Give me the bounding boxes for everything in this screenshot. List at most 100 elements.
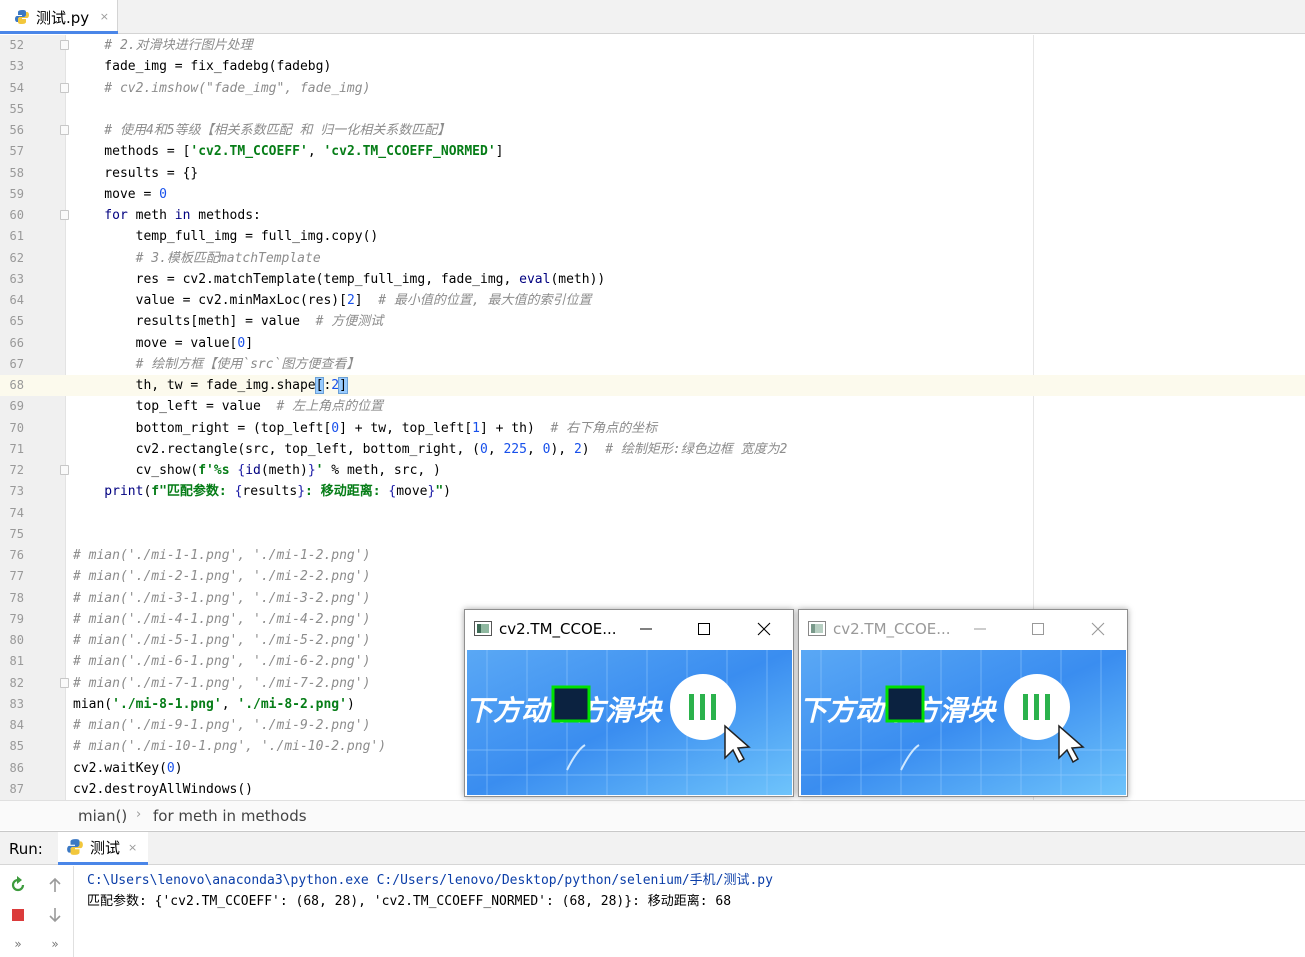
line-number: 66 xyxy=(9,335,24,350)
code-text: value = cv2.minMaxLoc(res)[2] # 最小值的位置, … xyxy=(73,293,592,308)
code-line[interactable]: 57 methods = ['cv2.TM_CCOEFF', 'cv2.TM_C… xyxy=(0,141,1305,162)
line-number: 80 xyxy=(9,633,24,647)
code-text: # cv2.imshow("fade_img", fade_img) xyxy=(73,80,371,96)
fold-marker-icon[interactable] xyxy=(60,40,69,50)
run-tab-test[interactable]: 测试 × xyxy=(58,832,148,865)
line-number: 83 xyxy=(9,696,24,711)
window-titlebar[interactable]: cv2.TM_CCOE... xyxy=(799,610,1127,648)
code-line[interactable]: 53 fade_img = fix_fadebg(fadebg) xyxy=(0,56,1305,77)
line-number: 67 xyxy=(9,356,24,371)
code-line[interactable]: 52 # 2.对滑块进行图片处理 xyxy=(0,35,1305,56)
code-line[interactable]: 77 # mian('./mi-2-1.png', './mi-2-2.png') xyxy=(0,566,1305,587)
code-text: # mian('./mi-9-1.png', './mi-9-2.png') xyxy=(73,718,371,733)
python-run-icon xyxy=(67,839,83,855)
code-line[interactable]: 54 # cv2.imshow("fade_img", fade_img) xyxy=(0,78,1305,99)
code-line[interactable]: 65 results[meth] = value # 方便测试 xyxy=(0,311,1305,332)
fold-marker-icon[interactable] xyxy=(60,677,69,688)
fold-marker-icon[interactable] xyxy=(60,82,69,93)
code-line[interactable]: 73 print(f"匹配参数: {results}: 移动距离: {move}… xyxy=(0,481,1305,502)
window-title: cv2.TM_CCOE... xyxy=(499,620,617,638)
code-line[interactable]: 66 move = value[0] xyxy=(0,333,1305,354)
more-icon[interactable]: » xyxy=(44,933,66,955)
app-window-icon xyxy=(808,621,826,636)
line-number: 75 xyxy=(9,526,24,541)
line-number: 68 xyxy=(9,378,24,392)
line-number: 77 xyxy=(9,569,24,584)
run-title: Run: xyxy=(9,840,43,858)
code-line[interactable]: 63 res = cv2.matchTemplate(temp_full_img… xyxy=(0,269,1305,290)
code-line[interactable]: 72 cv_show(f'%s {id(meth)}' % meth, src,… xyxy=(0,460,1305,481)
minimize-button[interactable] xyxy=(631,616,661,642)
code-text: temp_full_img = full_img.copy() xyxy=(73,229,379,245)
breadcrumb-item-loop[interactable]: for meth in methods xyxy=(153,807,307,825)
code-text: # mian('./mi-7-1.png', './mi-7-2.png') xyxy=(73,675,371,691)
line-number: 70 xyxy=(9,420,24,435)
code-line[interactable]: 58 results = {} xyxy=(0,163,1305,184)
rerun-icon[interactable] xyxy=(7,874,29,896)
editor-tab-test-py[interactable]: 测试.py × xyxy=(0,0,118,34)
code-text: for meth in methods: xyxy=(73,208,261,223)
close-button[interactable] xyxy=(1083,616,1113,642)
code-line[interactable]: 71 cv2.rectangle(src, top_left, bottom_r… xyxy=(0,439,1305,460)
minimize-button[interactable] xyxy=(965,616,995,642)
code-text: cv2.destroyAllWindows() xyxy=(73,781,254,797)
code-text: results[meth] = value # 方便测试 xyxy=(73,314,384,330)
run-tool-window-header: Run: 测试 × xyxy=(0,831,1305,865)
fold-marker-icon[interactable] xyxy=(60,210,69,220)
code-line[interactable]: 69 top_left = value # 左上角点的位置 xyxy=(0,396,1305,417)
code-line[interactable]: 64 value = cv2.minMaxLoc(res)[2] # 最小值的位… xyxy=(0,290,1305,311)
fold-marker-icon[interactable] xyxy=(60,465,69,475)
line-number: 69 xyxy=(9,399,24,414)
code-line[interactable]: 67 # 绘制方框【使用`src`图方便查看】 xyxy=(0,354,1305,375)
stop-icon[interactable] xyxy=(7,904,29,926)
code-text: # mian('./mi-4-1.png', './mi-4-2.png') xyxy=(73,611,371,627)
app-window-icon xyxy=(474,621,492,636)
close-tab-icon[interactable]: × xyxy=(100,10,109,23)
window-title: cv2.TM_CCOE... xyxy=(833,620,951,638)
line-number: 62 xyxy=(9,250,24,265)
up-arrow-icon[interactable] xyxy=(44,874,66,896)
fold-marker-icon[interactable] xyxy=(60,125,69,135)
code-line[interactable]: 68 th, tw = fade_img.shape[:2] xyxy=(0,375,1305,397)
cv2-image-window-1[interactable]: cv2.TM_CCOE... 下方动下方滑块 xyxy=(464,609,794,797)
cv2-image-window-2[interactable]: cv2.TM_CCOE... 下方动下方滑块 xyxy=(798,609,1128,797)
more-icon[interactable]: » xyxy=(7,933,29,955)
maximize-button[interactable] xyxy=(1023,616,1053,642)
code-line[interactable]: 74 xyxy=(0,503,1305,524)
maximize-button[interactable] xyxy=(689,616,719,642)
captcha-match-image: 下方动下方滑块 xyxy=(467,650,792,795)
line-number: 52 xyxy=(9,38,24,52)
code-text: # mian('./mi-6-1.png', './mi-6-2.png') xyxy=(73,654,371,670)
code-line[interactable]: 61 temp_full_img = full_img.copy() xyxy=(0,226,1305,247)
code-text: methods = ['cv2.TM_CCOEFF', 'cv2.TM_CCOE… xyxy=(73,144,504,160)
code-line[interactable]: 78 # mian('./mi-3-1.png', './mi-3-2.png') xyxy=(0,588,1305,609)
line-number: 79 xyxy=(9,611,24,626)
code-line[interactable]: 55 xyxy=(0,99,1305,120)
code-line[interactable]: 70 bottom_right = (top_left[0] + tw, top… xyxy=(0,418,1305,439)
line-number: 82 xyxy=(9,675,24,690)
close-button[interactable] xyxy=(749,616,779,642)
code-text: fade_img = fix_fadebg(fadebg) xyxy=(73,59,332,75)
code-line[interactable]: 56 # 使用4和5等级【相关系数匹配 和 归一化相关系数匹配】 xyxy=(0,120,1305,141)
code-line[interactable]: 75 xyxy=(0,524,1305,545)
code-line[interactable]: 62 # 3.模板匹配matchTemplate xyxy=(0,248,1305,269)
down-arrow-icon[interactable] xyxy=(44,904,66,926)
code-text: # mian('./mi-5-1.png', './mi-5-2.png') xyxy=(73,633,371,648)
code-text: results = {} xyxy=(73,165,199,181)
line-number: 56 xyxy=(9,123,24,137)
code-line[interactable]: 60 for meth in methods: xyxy=(0,205,1305,226)
code-text: move = value[0] xyxy=(73,335,254,351)
window-titlebar[interactable]: cv2.TM_CCOE... xyxy=(465,610,793,648)
console-command-line[interactable]: C:\Users\lenovo\anaconda3\python.exe C:/… xyxy=(87,869,773,888)
breadcrumb-item-function[interactable]: mian() xyxy=(78,807,127,825)
line-number: 54 xyxy=(9,80,24,95)
close-run-tab-icon[interactable]: × xyxy=(128,841,137,854)
run-toolbar: » » xyxy=(0,866,74,957)
code-line[interactable]: 76 # mian('./mi-1-1.png', './mi-1-2.png') xyxy=(0,545,1305,566)
run-console[interactable]: » » C:\Users\lenovo\anaconda3\python.exe… xyxy=(0,866,1305,957)
python-file-icon xyxy=(15,10,29,24)
line-number: 78 xyxy=(9,590,24,605)
line-number: 86 xyxy=(9,760,24,775)
code-line[interactable]: 59 move = 0 xyxy=(0,184,1305,205)
line-number: 73 xyxy=(9,484,24,499)
